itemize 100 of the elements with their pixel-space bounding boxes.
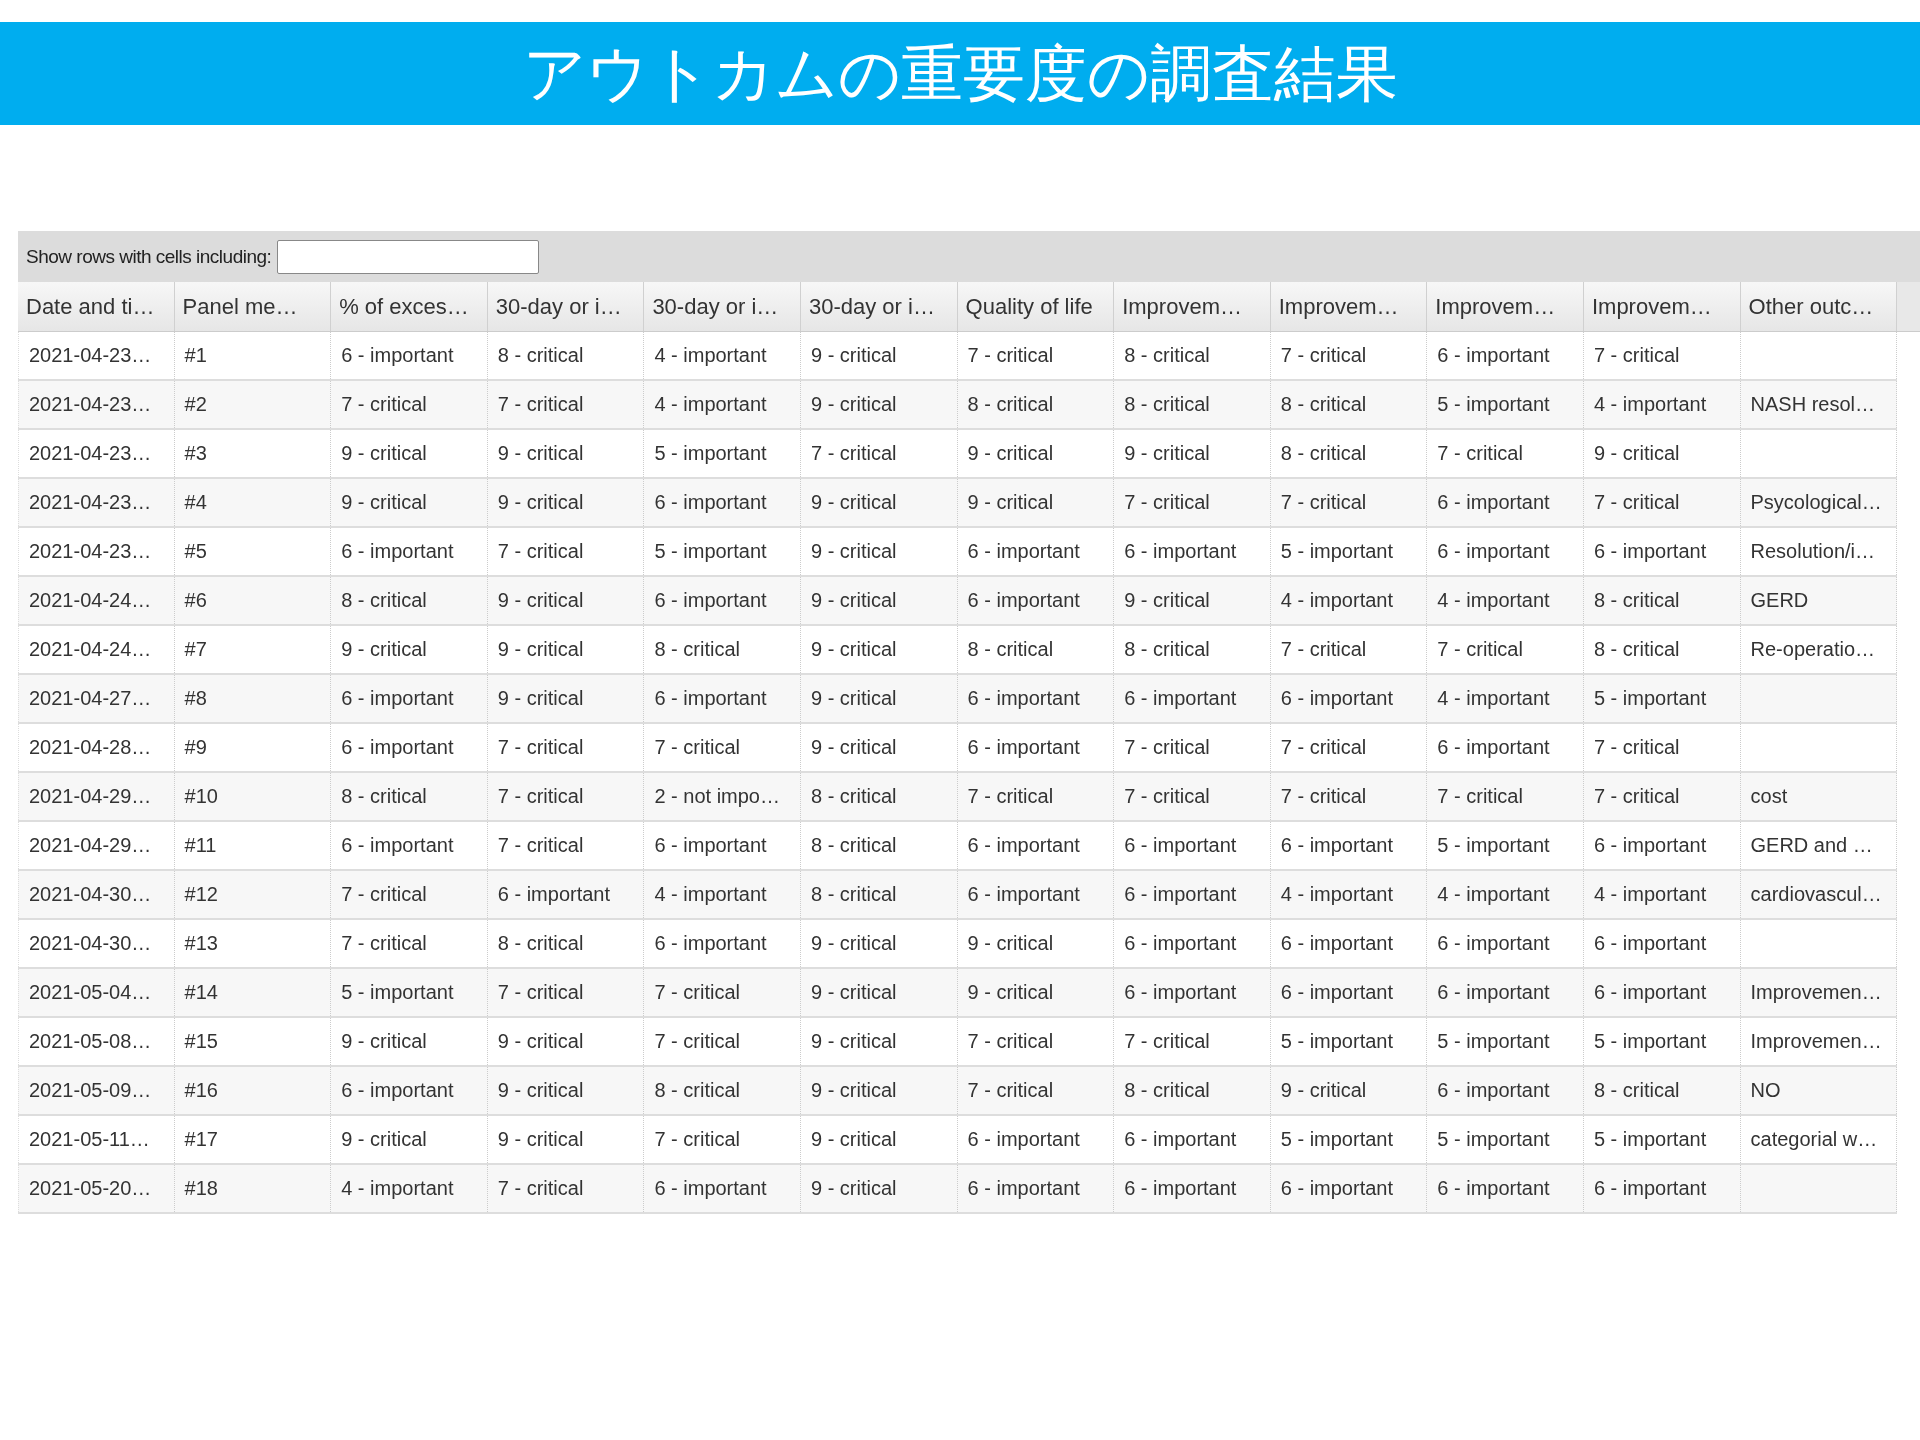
table-cell: GERD and …	[1740, 822, 1898, 869]
table-cell: 9 - critical	[800, 332, 958, 379]
table-cell: #3	[174, 430, 332, 477]
table-cell: 2021-05-20…	[18, 1165, 175, 1212]
table-cell: 9 - critical	[957, 920, 1115, 967]
table-cell: 6 - important	[1114, 920, 1271, 967]
table-cell: 9 - critical	[331, 1018, 488, 1065]
table-cell: 6 - important	[1270, 822, 1428, 869]
table-cell: 6 - important	[331, 675, 488, 722]
table-cell: 8 - critical	[644, 1067, 801, 1114]
table-cell: 5 - important	[1270, 1116, 1428, 1163]
column-header[interactable]: % of exces…	[331, 282, 488, 331]
table-cell: 6 - important	[1427, 1067, 1584, 1114]
column-header[interactable]: Panel me…	[174, 282, 332, 331]
table-cell: 8 - critical	[1114, 381, 1271, 428]
table-cell: 9 - critical	[487, 675, 645, 722]
column-header[interactable]: 30-day or i…	[487, 282, 645, 331]
table-cell: 8 - critical	[957, 626, 1115, 673]
column-header[interactable]: Date and ti…	[18, 282, 175, 331]
table-cell: 9 - critical	[1114, 577, 1271, 624]
table-cell: 6 - important	[957, 528, 1115, 575]
table-cell: 9 - critical	[800, 479, 958, 526]
table-cell: 7 - critical	[487, 1165, 645, 1212]
table-cell: 2021-04-29…	[18, 773, 175, 820]
table-cell: 7 - critical	[644, 969, 801, 1016]
table-cell: 7 - critical	[1270, 332, 1428, 379]
table-cell: 9 - critical	[487, 626, 645, 673]
table-cell: 2021-04-29…	[18, 822, 175, 869]
filter-input-field[interactable]	[277, 239, 540, 274]
table-cell: 7 - critical	[1427, 626, 1584, 673]
table-cell: 8 - critical	[1114, 1067, 1271, 1114]
table-cell: #1	[174, 332, 332, 379]
column-header[interactable]: 30-day or i…	[800, 282, 958, 331]
table-cell: Improvemen…	[1740, 1018, 1898, 1065]
slide-title: アウトカムの重要度の調査結果	[522, 35, 1398, 112]
table-cell: 9 - critical	[1583, 430, 1741, 477]
table-cell: 5 - important	[1583, 1018, 1741, 1065]
table-cell: 7 - critical	[1114, 773, 1271, 820]
table-cell: #5	[174, 528, 332, 575]
table-cell: 6 - important	[1114, 969, 1271, 1016]
column-header[interactable]: Improvem…	[1427, 282, 1584, 331]
table-cell: 7 - critical	[1583, 773, 1741, 820]
table-cell: 7 - critical	[1270, 724, 1428, 771]
table-cell: 2021-05-09…	[18, 1067, 175, 1114]
table-cell: 6 - important	[957, 871, 1115, 918]
table-cell: 9 - critical	[800, 1116, 958, 1163]
column-header[interactable]: Improvem…	[1583, 282, 1741, 331]
table-cell: 6 - important	[1583, 920, 1741, 967]
column-header[interactable]: Improvem…	[1270, 282, 1428, 331]
table-cell: 8 - critical	[800, 871, 958, 918]
table-cell: #18	[174, 1165, 332, 1212]
table-cell: cost	[1740, 773, 1898, 820]
table-cell: 9 - critical	[487, 1067, 645, 1114]
table-cell: 7 - critical	[644, 1018, 801, 1065]
table-cell: 7 - critical	[800, 430, 958, 477]
table-cell: 5 - important	[1270, 1018, 1428, 1065]
table-cell: 9 - critical	[800, 1165, 958, 1212]
table-cell: 4 - important	[1270, 871, 1428, 918]
table-cell: 2021-04-24…	[18, 626, 175, 673]
table-cell: 9 - critical	[331, 1116, 488, 1163]
table-cell: 9 - critical	[800, 675, 958, 722]
table-cell: #14	[174, 969, 332, 1016]
table-cell: 4 - important	[331, 1165, 488, 1212]
table-cell: 5 - important	[1270, 528, 1428, 575]
table-cell: 5 - important	[1583, 675, 1741, 722]
table-cell: 7 - critical	[1427, 430, 1584, 477]
table-cell: 7 - critical	[331, 871, 488, 918]
table-cell: 8 - critical	[957, 381, 1115, 428]
table-cell: 5 - important	[1427, 822, 1584, 869]
table-cell: 7 - critical	[487, 724, 645, 771]
table-cell: 8 - critical	[487, 332, 645, 379]
table-cell: 8 - critical	[800, 773, 958, 820]
table-cell: #7	[174, 626, 332, 673]
table-cell: 6 - important	[1427, 528, 1584, 575]
table-cell: 9 - critical	[331, 626, 488, 673]
table-cell: 8 - critical	[1583, 577, 1741, 624]
column-header[interactable]: Improvem…	[1114, 282, 1271, 331]
table-cell: #11	[174, 822, 332, 869]
table-cell: 7 - critical	[487, 381, 645, 428]
table-cell: 6 - important	[957, 577, 1115, 624]
table-cell: 6 - important	[1427, 724, 1584, 771]
table-cell: 9 - critical	[487, 430, 645, 477]
table-cell: 5 - important	[1427, 1116, 1584, 1163]
table-cell: #6	[174, 577, 332, 624]
table-cell: 8 - critical	[1114, 332, 1271, 379]
table-cell: 7 - critical	[487, 528, 645, 575]
column-header[interactable]: Quality of life	[957, 282, 1115, 331]
table-cell: 8 - critical	[331, 577, 488, 624]
column-header[interactable]: 30-day or i…	[644, 282, 801, 331]
table-cell: #17	[174, 1116, 332, 1163]
table-cell: 7 - critical	[1114, 479, 1271, 526]
table-cell: 6 - important	[644, 822, 801, 869]
table-cell: 7 - critical	[487, 822, 645, 869]
table-cell: 7 - critical	[1270, 626, 1428, 673]
table-cell: 4 - important	[1583, 871, 1741, 918]
table-cell: 9 - critical	[800, 381, 958, 428]
table-cell: 2021-04-23…	[18, 430, 175, 477]
table-cell: 7 - critical	[1270, 773, 1428, 820]
table-cell: 7 - critical	[487, 773, 645, 820]
table-cell: 2021-05-04…	[18, 969, 175, 1016]
